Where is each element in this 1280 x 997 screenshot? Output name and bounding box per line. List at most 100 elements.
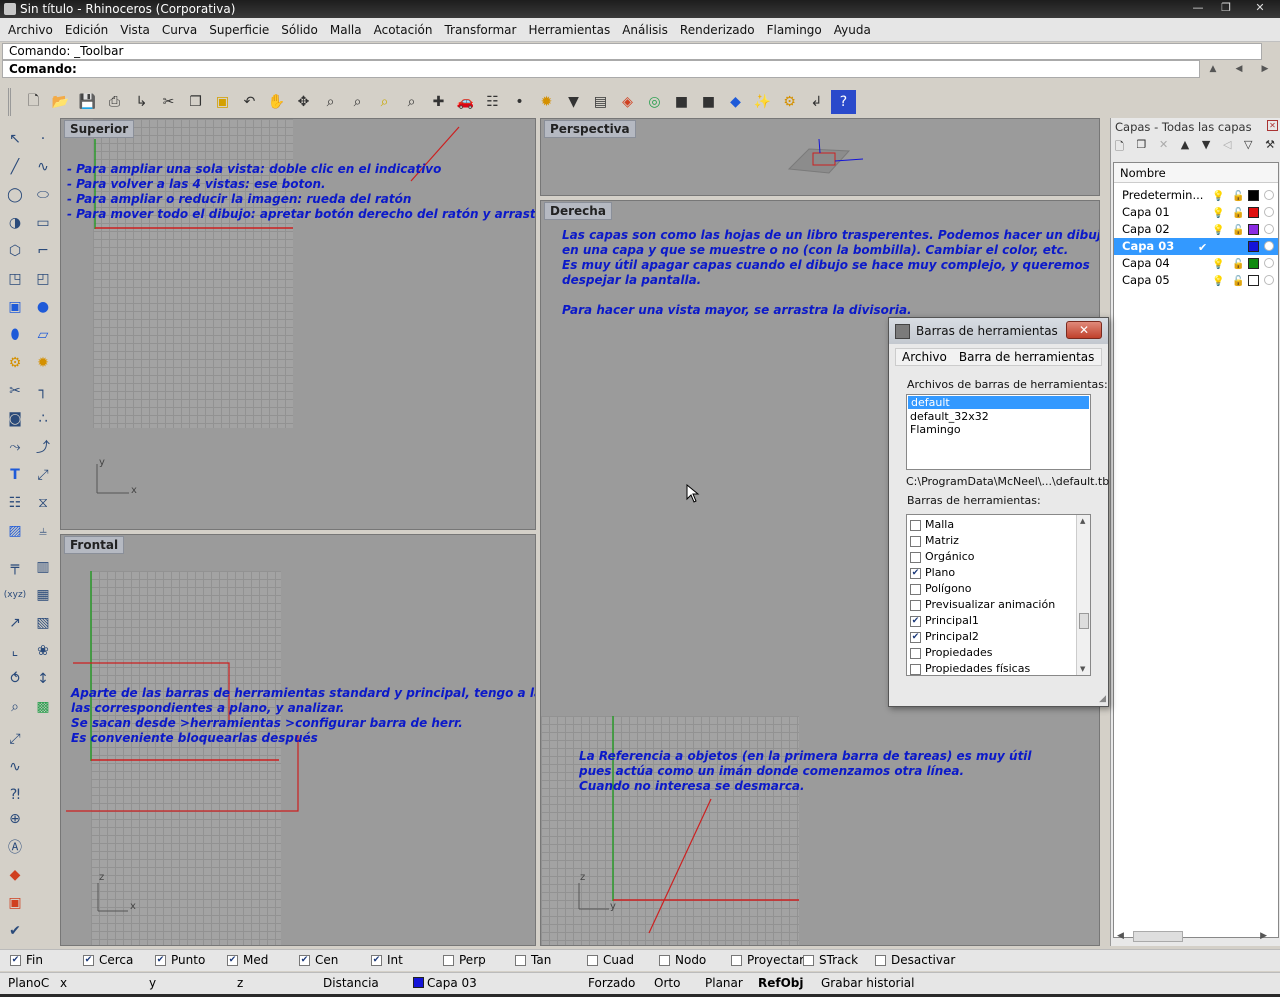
unlock-icon[interactable]: 🔓 xyxy=(1232,256,1244,273)
select-arrow-icon[interactable]: ↖ xyxy=(2,126,28,152)
menu-herramientas[interactable]: Herramientas xyxy=(522,18,616,41)
scale-icon[interactable]: ⤢ xyxy=(30,462,56,488)
viewport-superior[interactable]: Superior - Para ampliar una sola vista: … xyxy=(60,118,536,530)
mesh-icon[interactable]: ⚙ xyxy=(2,350,28,376)
layers-icon[interactable]: ◈ xyxy=(615,90,640,114)
column-header-name[interactable]: Nombre xyxy=(1114,163,1278,183)
layer-color-swatch[interactable] xyxy=(1248,224,1259,235)
osnap-perp[interactable]: Perp xyxy=(443,953,486,967)
bulb-icon[interactable]: 💡 xyxy=(1212,273,1224,290)
menu-solido[interactable]: Sólido xyxy=(275,18,324,41)
dialog-close-button[interactable]: ✕ xyxy=(1066,321,1102,339)
cplane-z-icon[interactable]: ⥀ xyxy=(2,666,28,692)
unlock-icon[interactable]: 🔓 xyxy=(1232,273,1244,290)
menu-ayuda[interactable]: Ayuda xyxy=(828,18,877,41)
rectangle-icon[interactable]: ▭ xyxy=(30,210,56,236)
rotate-view-icon[interactable]: ✥ xyxy=(291,90,316,114)
viewport-label-derecha[interactable]: Derecha xyxy=(544,202,612,220)
checkbox[interactable] xyxy=(910,535,921,547)
mirror-icon[interactable]: ⧖ xyxy=(30,490,56,516)
polygon-icon[interactable]: ⬡ xyxy=(2,238,28,264)
material-icon[interactable] xyxy=(1264,224,1274,234)
split-icon[interactable]: ┐ xyxy=(30,378,56,404)
unlock-icon[interactable]: 🔓 xyxy=(1232,222,1244,239)
material-icon[interactable] xyxy=(1264,258,1274,268)
viewport-perspectiva[interactable]: Perspectiva xyxy=(540,118,1100,196)
layer-color-swatch[interactable] xyxy=(1248,190,1259,201)
surface-icon[interactable]: ◳ xyxy=(2,266,28,292)
layer-color-swatch[interactable] xyxy=(1248,241,1259,252)
boolean-icon[interactable]: ◙ xyxy=(2,406,28,432)
checkbox-checked[interactable]: ✔ xyxy=(910,631,921,643)
scroll-right-icon[interactable]: ▶ xyxy=(1260,931,1267,941)
resize-grip-icon[interactable]: ◢ xyxy=(1099,694,1106,704)
layer-row[interactable]: Capa 04 💡 🔓 xyxy=(1114,255,1278,272)
undo-icon[interactable]: ↶ xyxy=(237,90,262,114)
status-current-layer[interactable]: Capa 03 xyxy=(413,976,477,990)
checkbox[interactable] xyxy=(587,954,598,966)
trim-icon[interactable]: ✂ xyxy=(2,378,28,404)
checkbox[interactable] xyxy=(659,954,670,966)
group-icon[interactable]: ∴ xyxy=(30,406,56,432)
menu-transformar[interactable]: Transformar xyxy=(438,18,522,41)
angle-icon[interactable]: ∿ xyxy=(2,754,28,780)
checkbox[interactable] xyxy=(443,954,454,966)
file-item-default[interactable]: default xyxy=(908,396,1089,409)
osnap-desactivar[interactable]: Desactivar xyxy=(875,953,955,967)
checkbox-checked[interactable]: ✔ xyxy=(910,615,921,627)
checkbox[interactable] xyxy=(875,954,886,966)
checkbox[interactable] xyxy=(910,663,921,675)
toolbar-item-principal1[interactable]: ✔ Principal1 xyxy=(907,613,1090,629)
material-icon[interactable] xyxy=(1264,275,1274,285)
checkbox[interactable] xyxy=(515,954,526,966)
toolbar-item-organico[interactable]: Orgánico xyxy=(907,549,1090,565)
layer-row[interactable]: Capa 01 💡 🔓 xyxy=(1114,204,1278,221)
menu-malla[interactable]: Malla xyxy=(324,18,368,41)
cplane-icon[interactable]: ╤ xyxy=(2,554,28,580)
status-orto[interactable]: Orto xyxy=(654,976,680,990)
zoom-extents-icon[interactable]: ⌕ xyxy=(372,90,397,114)
move-down-icon[interactable]: ▼ xyxy=(1202,138,1210,157)
loft-icon[interactable]: ◰ xyxy=(30,266,56,292)
save-icon[interactable]: 💾 xyxy=(75,90,100,114)
layer-row-current[interactable]: Capa 03 ✔ xyxy=(1114,238,1278,255)
cplane-rotate-icon[interactable]: ❀ xyxy=(30,638,56,664)
scroll-thumb[interactable] xyxy=(1079,613,1089,629)
menu-curva[interactable]: Curva xyxy=(156,18,203,41)
toolbar-item-propiedades[interactable]: Propiedades xyxy=(907,645,1090,661)
ellipse-icon[interactable]: ⬭ xyxy=(30,182,56,208)
cplane-view-icon[interactable]: ▥ xyxy=(30,554,56,580)
properties-icon[interactable]: ▤ xyxy=(588,90,613,114)
zebra-icon[interactable]: ◆ xyxy=(2,862,28,888)
select-points-icon[interactable]: • xyxy=(507,90,532,114)
scroll-down-icon[interactable]: ▼ xyxy=(1080,665,1085,673)
cplane-object-icon[interactable]: ▧ xyxy=(30,610,56,636)
flamingo-wand-icon[interactable]: ✨ xyxy=(750,90,775,114)
bulb-icon[interactable]: 💡 xyxy=(1212,256,1224,273)
maximize-button[interactable]: ❐ xyxy=(1212,0,1240,18)
checkbox-checked[interactable]: ✔ xyxy=(83,954,94,966)
menu-archivo[interactable]: Archivo xyxy=(2,18,59,41)
offset-icon[interactable]: ⤳ xyxy=(2,434,28,460)
menu-analisis[interactable]: Análisis xyxy=(616,18,674,41)
analyze-icon[interactable]: ▩ xyxy=(30,694,56,720)
layer-color-swatch[interactable] xyxy=(1248,275,1259,286)
checkbox[interactable] xyxy=(910,519,921,531)
status-history[interactable]: Grabar historial xyxy=(821,976,915,990)
checkbox-checked[interactable]: ✔ xyxy=(227,954,238,966)
checkbox[interactable] xyxy=(803,954,814,966)
plane-icon[interactable]: ▱ xyxy=(30,322,56,348)
material-icon[interactable] xyxy=(1264,241,1274,251)
osnap-cerca[interactable]: ✔ Cerca xyxy=(83,953,133,967)
lights-icon[interactable]: ✹ xyxy=(534,90,559,114)
checkbox[interactable] xyxy=(910,583,921,595)
solid-box-icon[interactable]: ▨ xyxy=(2,518,28,544)
menu-vista[interactable]: Vista xyxy=(114,18,156,41)
checkbox[interactable] xyxy=(731,954,742,966)
osnap-fin[interactable]: ✔ Fin xyxy=(10,953,43,967)
osnap-cuad[interactable]: Cuad xyxy=(587,953,634,967)
layer-color-swatch[interactable] xyxy=(1248,258,1259,269)
macro-icon[interactable]: ↲ xyxy=(804,90,829,114)
arc-icon[interactable]: ◑ xyxy=(2,210,28,236)
bulb-icon[interactable]: 💡 xyxy=(1212,222,1224,239)
